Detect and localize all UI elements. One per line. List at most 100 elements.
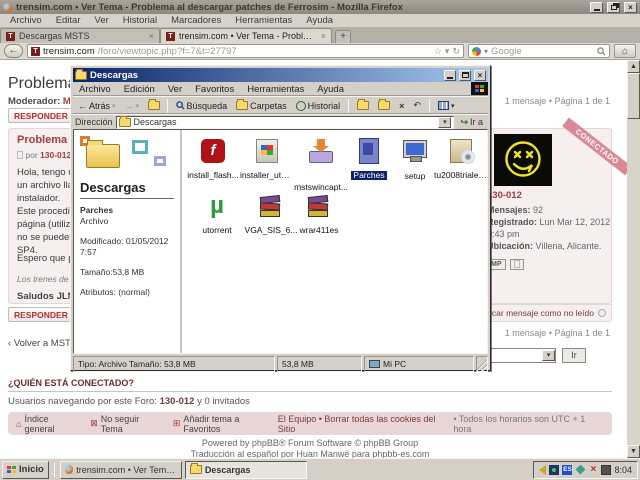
utorrent-tray-icon[interactable] bbox=[549, 465, 559, 475]
delete-button[interactable]: × bbox=[396, 100, 407, 112]
menu-herramientas[interactable]: Herramientas bbox=[229, 15, 298, 26]
views-dropdown-icon[interactable]: ▾ bbox=[451, 102, 455, 110]
page-scrollbar[interactable]: ▲ ▼ bbox=[627, 60, 640, 458]
folder-icon bbox=[119, 118, 131, 127]
new-tab-button[interactable]: + bbox=[335, 30, 351, 43]
go-arrow-icon: ↪ bbox=[460, 117, 468, 128]
volume-icon[interactable] bbox=[539, 465, 546, 475]
file-vga-sis[interactable]: VGA_SIS_6... bbox=[244, 192, 298, 235]
jump-go-button[interactable]: Ir bbox=[562, 348, 586, 363]
menu-ver[interactable]: Ver bbox=[89, 15, 115, 26]
menu-herramientas[interactable]: Herramientas bbox=[241, 84, 310, 95]
post-subject[interactable]: Problema bbox=[17, 134, 67, 146]
timezone-note: • Todos los horarios son UTC + 1 hora bbox=[453, 414, 604, 434]
explorer-minimize-button[interactable] bbox=[444, 70, 456, 81]
firefox-icon bbox=[3, 3, 12, 12]
mark-unread-link[interactable]: Marcar mensaje como no leído bbox=[477, 308, 594, 318]
search-box[interactable]: ▾ Google bbox=[468, 44, 610, 58]
file-tu2008trial[interactable]: tu2008trialen... bbox=[434, 136, 488, 180]
signature-line: Los trenes de bbox=[17, 274, 69, 284]
explorer-maximize-button[interactable] bbox=[459, 70, 471, 81]
menu-archivo[interactable]: Archivo bbox=[4, 15, 48, 26]
forward-dropdown-icon[interactable]: ▾ bbox=[136, 102, 140, 110]
language-indicator[interactable]: ES bbox=[562, 465, 572, 475]
stat-label: Registrado: bbox=[487, 217, 537, 227]
bookmark-star-icon[interactable]: ☆ bbox=[434, 46, 442, 57]
tab-bar: T Descargas MSTS × T trensim.com • Ver T… bbox=[0, 28, 640, 43]
menu-edicion[interactable]: Edición bbox=[118, 84, 161, 95]
menu-editar[interactable]: Editar bbox=[50, 15, 87, 26]
menu-ver[interactable]: Ver bbox=[162, 84, 188, 95]
who-user-link[interactable]: 130-012 bbox=[160, 396, 195, 407]
address-field[interactable]: Descargas ▾ bbox=[116, 116, 455, 129]
start-button[interactable]: Inicio bbox=[2, 461, 49, 479]
forward-button[interactable]: →▾ bbox=[122, 100, 143, 112]
clock[interactable]: 8:04 bbox=[614, 465, 632, 475]
file-wrar411es[interactable]: wrar411es bbox=[292, 192, 346, 235]
back-button[interactable]: ← bbox=[4, 44, 23, 58]
file-installer-utorrent[interactable]: installer_utor... bbox=[240, 136, 294, 180]
browser-menubar: Archivo Editar Ver Historial Marcadores … bbox=[0, 14, 640, 28]
tab-close-icon[interactable]: × bbox=[321, 31, 326, 41]
url-dropdown-icon[interactable]: ▾ bbox=[445, 46, 450, 57]
menu-historial[interactable]: Historial bbox=[117, 15, 163, 26]
menu-ayuda[interactable]: Ayuda bbox=[300, 15, 339, 26]
menu-marcadores[interactable]: Marcadores bbox=[165, 15, 227, 26]
profile-username[interactable]: 130-012 bbox=[487, 190, 522, 201]
menu-ayuda[interactable]: Ayuda bbox=[311, 84, 350, 95]
minimize-button[interactable] bbox=[590, 2, 603, 13]
task-descargas[interactable]: Descargas bbox=[185, 461, 307, 479]
explorer-menubar: Archivo Edición Ver Favoritos Herramient… bbox=[73, 82, 488, 96]
file-mstswincapt[interactable]: mstswincapt... bbox=[294, 136, 348, 192]
index-link[interactable]: ⌂Índice general bbox=[16, 414, 80, 434]
back-button[interactable]: ←Atrás▾ bbox=[75, 100, 119, 112]
move-to-button[interactable] bbox=[354, 100, 372, 111]
antivirus-tray-icon[interactable]: × bbox=[588, 465, 598, 475]
author-link[interactable]: 130-012 bbox=[40, 150, 71, 160]
folders-button[interactable]: Carpetas bbox=[233, 100, 290, 112]
url-bar[interactable]: T trensim.com/foro/viewtopic.php?f=7&t=2… bbox=[27, 44, 464, 58]
back-to-forum[interactable]: ‹ Volver a MSTS bbox=[8, 338, 77, 349]
explorer-close-button[interactable]: × bbox=[474, 70, 486, 81]
menu-archivo[interactable]: Archivo bbox=[73, 84, 117, 95]
favorite-link[interactable]: ⊞Añadir tema a Favoritos bbox=[173, 414, 278, 434]
scroll-up-icon[interactable]: ▲ bbox=[627, 60, 640, 73]
resize-grip[interactable] bbox=[476, 356, 488, 372]
winrar-archive-icon bbox=[258, 194, 284, 220]
profile-icon-button[interactable] bbox=[510, 259, 524, 270]
copy-to-button[interactable] bbox=[375, 100, 393, 111]
search-button[interactable]: Búsqueda bbox=[173, 100, 231, 112]
home-button[interactable]: ⌂ bbox=[614, 44, 636, 58]
file-install-flash[interactable]: finstall_flash... bbox=[186, 136, 240, 180]
unfollow-link[interactable]: ⊠No seguir Tema bbox=[90, 414, 163, 434]
tab-close-icon[interactable]: × bbox=[149, 31, 154, 41]
views-button[interactable]: ▾ bbox=[435, 100, 458, 111]
undo-button[interactable]: ↶ bbox=[410, 99, 424, 112]
back-dropdown-icon[interactable]: ▾ bbox=[112, 102, 116, 110]
up-button[interactable]: ↑ bbox=[145, 100, 162, 112]
close-button[interactable]: × bbox=[624, 2, 637, 13]
tab-descargas-msts[interactable]: T Descargas MSTS × bbox=[0, 28, 160, 43]
decorative-square bbox=[154, 156, 166, 166]
select-dropdown-icon[interactable]: ▾ bbox=[542, 350, 555, 361]
app-tray-icon[interactable] bbox=[601, 465, 611, 475]
search-engine-dropdown-icon[interactable]: ▾ bbox=[484, 47, 488, 56]
search-icon[interactable] bbox=[597, 47, 606, 56]
pagination-bottom: 1 mensaje • Página 1 de 1 bbox=[505, 328, 610, 338]
team-cookies-links[interactable]: El Equipo • Borrar todas las cookies del… bbox=[278, 414, 454, 434]
restore-button[interactable] bbox=[607, 2, 620, 13]
scrollbar-thumb[interactable] bbox=[627, 73, 640, 119]
address-bar: Dirección Descargas ▾ ↪Ir a bbox=[73, 114, 488, 129]
task-firefox[interactable]: trensim.com • Ver Tema -... bbox=[60, 461, 182, 479]
reload-icon[interactable]: ↻ bbox=[452, 46, 460, 57]
scroll-down-icon[interactable]: ▼ bbox=[627, 445, 640, 458]
post-subject-link[interactable]: Problema bbox=[17, 134, 67, 146]
explorer-titlebar[interactable]: Descargas × bbox=[73, 68, 488, 82]
network-tray-icon[interactable] bbox=[575, 465, 585, 475]
address-dropdown-icon[interactable]: ▾ bbox=[438, 117, 451, 128]
tab-trensim-topic[interactable]: T trensim.com • Ver Tema - Problema al d… bbox=[160, 28, 332, 43]
file-utorrent[interactable]: µutorrent bbox=[190, 192, 244, 235]
menu-favoritos[interactable]: Favoritos bbox=[189, 84, 240, 95]
history-button[interactable]: Historial bbox=[293, 100, 344, 112]
go-button[interactable]: ↪Ir a bbox=[457, 116, 486, 129]
